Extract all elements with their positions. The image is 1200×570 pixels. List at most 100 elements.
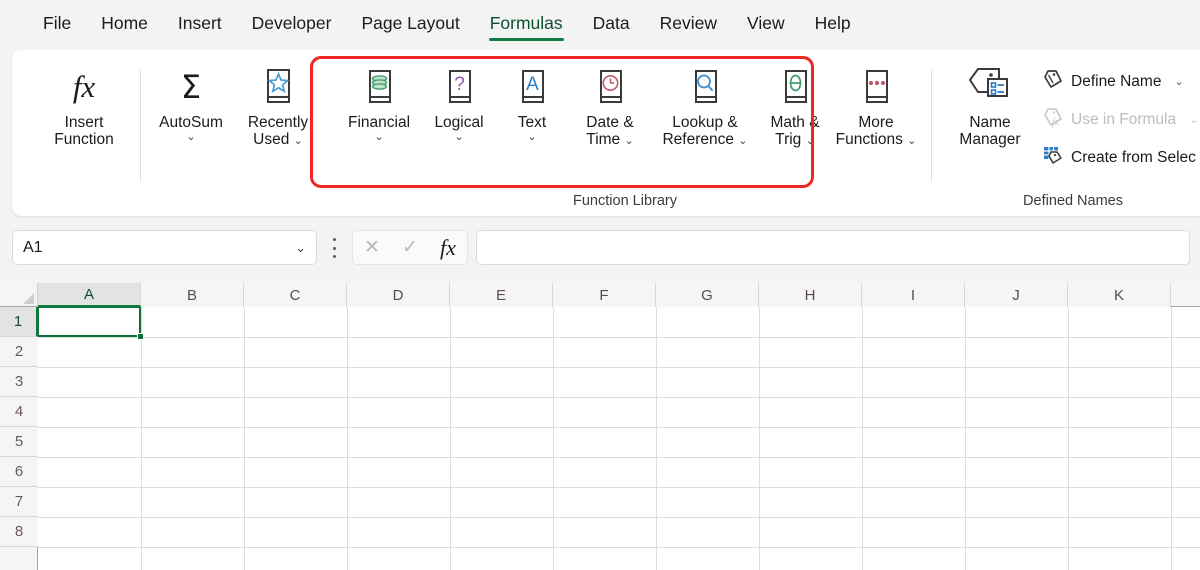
function-library-chevron-down-icon[interactable]: ⌄: [527, 132, 536, 144]
row-header-label: 8: [14, 523, 24, 540]
name-box-chevron-down-icon[interactable]: ⌄: [295, 240, 306, 256]
more-options-icon[interactable]: [327, 238, 341, 258]
formula-input[interactable]: [476, 230, 1190, 265]
theta-book-icon: [775, 60, 816, 114]
insert-function-fx-icon[interactable]: fx: [440, 236, 456, 259]
column-header-G[interactable]: G: [656, 283, 759, 307]
column-header-label: C: [289, 286, 301, 304]
formula-bar: A1 ⌄ ✕ ✓ fx: [0, 222, 1200, 280]
table-tag-icon: [1042, 144, 1064, 171]
use-in-formula-chevron-down-icon[interactable]: ⌄: [1189, 113, 1198, 126]
worksheet-grid: A B C D E F G H I J K 1 2 3 4 5 6 7 8: [0, 283, 1200, 570]
column-header-I[interactable]: I: [862, 283, 965, 307]
autosum-chevron-down-icon[interactable]: ⌄: [186, 132, 195, 144]
group-divider: [140, 70, 141, 182]
ribbon-tab-home[interactable]: Home: [86, 7, 163, 43]
coins-book-icon: [359, 60, 400, 114]
svg-text:A: A: [526, 74, 539, 95]
function-library-button-text[interactable]: A Text ⌄: [497, 60, 567, 144]
question-book-icon: ?: [439, 60, 480, 114]
row-header-label: 2: [14, 343, 24, 360]
grid-hline: [38, 487, 1200, 488]
row-header-5[interactable]: 5: [0, 427, 38, 457]
active-cell-cursor[interactable]: [38, 307, 141, 337]
function-library-button-date[interactable]: Date & Time ⌄: [567, 60, 653, 149]
use-in-formula-button[interactable]: fx Use in Formula ⌄: [1042, 106, 1198, 133]
row-header-2[interactable]: 2: [0, 337, 38, 367]
function-library-button-financial[interactable]: Financial ⌄: [335, 60, 423, 144]
more-functions-chevron-down-icon[interactable]: ⌄: [907, 135, 916, 147]
name-box[interactable]: A1 ⌄: [12, 230, 317, 265]
more-functions-button[interactable]: More Functions ⌄: [826, 60, 926, 149]
recently-used-button[interactable]: Recently Used ⌄: [234, 60, 322, 149]
row-header-1[interactable]: 1: [0, 307, 38, 337]
row-header-strip: 1 2 3 4 5 6 7 8: [0, 307, 38, 570]
active-tab-underline: [488, 38, 564, 41]
column-header-J[interactable]: J: [965, 283, 1068, 307]
fx-icon: fx: [62, 60, 106, 114]
column-header-E[interactable]: E: [450, 283, 553, 307]
ribbon-tab-label: Insert: [177, 13, 222, 33]
cell-area[interactable]: [38, 307, 1200, 570]
ribbon-tab-developer[interactable]: Developer: [237, 7, 347, 43]
defined-names-group-caption: Defined Names: [1023, 193, 1123, 209]
row-header-6[interactable]: 6: [0, 457, 38, 487]
define-name-button[interactable]: Define Name ⌄: [1042, 68, 1184, 95]
ribbon-tab-view[interactable]: View: [732, 7, 800, 43]
ribbon-tab-help[interactable]: Help: [800, 7, 866, 43]
ribbon-tab-review[interactable]: Review: [645, 7, 732, 43]
ribbon-tab-file[interactable]: File: [28, 7, 86, 43]
column-header-label: I: [910, 286, 916, 304]
column-header-C[interactable]: C: [244, 283, 347, 307]
grid-vline: [553, 307, 554, 570]
column-header-K[interactable]: K: [1068, 283, 1171, 307]
column-header-F[interactable]: F: [553, 283, 656, 307]
ribbon-tab-data[interactable]: Data: [578, 7, 645, 43]
row-header-8[interactable]: 8: [0, 517, 38, 547]
autosum-button[interactable]: Σ AutoSum ⌄: [150, 60, 232, 144]
function-library-button-label-line2: Reference ⌄: [662, 131, 748, 149]
ribbon-tab-label: Page Layout: [361, 13, 460, 33]
name-manager-label-line2: Manager: [959, 131, 1021, 149]
function-library-button-lookup[interactable]: Lookup & Reference ⌄: [655, 60, 755, 149]
column-header-label: A: [83, 285, 94, 303]
function-library-chevron-down-icon[interactable]: ⌄: [624, 135, 633, 147]
grid-vline: [244, 307, 245, 570]
name-manager-label-line1: Name: [969, 114, 1011, 131]
fill-handle[interactable]: [137, 333, 144, 340]
autosum-label: AutoSum: [159, 114, 223, 131]
column-header-label: B: [186, 286, 197, 304]
row-header-3[interactable]: 3: [0, 367, 38, 397]
select-all-corner[interactable]: [0, 283, 38, 307]
recently-used-chevron-down-icon[interactable]: ⌄: [294, 135, 303, 147]
row-header-7[interactable]: 7: [0, 487, 38, 517]
column-header-D[interactable]: D: [347, 283, 450, 307]
function-library-chevron-down-icon[interactable]: ⌄: [454, 132, 463, 144]
column-header-B[interactable]: B: [141, 283, 244, 307]
column-header-H[interactable]: H: [759, 283, 862, 307]
insert-function-label-line2: Function: [54, 131, 114, 149]
row-header-label: 7: [14, 493, 24, 510]
column-header-A[interactable]: A: [38, 283, 141, 307]
ribbon-tab-insert[interactable]: Insert: [163, 7, 237, 43]
cancel-icon[interactable]: ✕: [364, 238, 380, 257]
row-header-label: 1: [13, 313, 23, 330]
insert-function-button[interactable]: fx Insert Function: [34, 60, 134, 149]
grid-hline: [38, 397, 1200, 398]
name-manager-button[interactable]: Name Manager: [942, 60, 1038, 149]
function-library-chevron-down-icon[interactable]: ⌄: [738, 135, 747, 147]
function-library-chevron-down-icon[interactable]: ⌄: [374, 132, 383, 144]
ribbon-tab-page-layout[interactable]: Page Layout: [346, 7, 474, 43]
function-library-button-logical[interactable]: ? Logical ⌄: [419, 60, 499, 144]
ellipsis-book-icon: [856, 60, 896, 114]
grid-hline: [38, 367, 1200, 368]
create-from-selection-button[interactable]: Create from Selec: [1042, 144, 1196, 171]
ribbon-tab-formulas[interactable]: Formulas: [475, 7, 578, 43]
recently-used-label-line1: Recently: [247, 114, 309, 131]
tag-icon: [1042, 68, 1064, 95]
sigma-icon: Σ: [171, 60, 211, 114]
confirm-icon[interactable]: ✓: [402, 238, 418, 257]
grid-vline: [759, 307, 760, 570]
define-name-chevron-down-icon[interactable]: ⌄: [1174, 75, 1183, 88]
row-header-4[interactable]: 4: [0, 397, 38, 427]
